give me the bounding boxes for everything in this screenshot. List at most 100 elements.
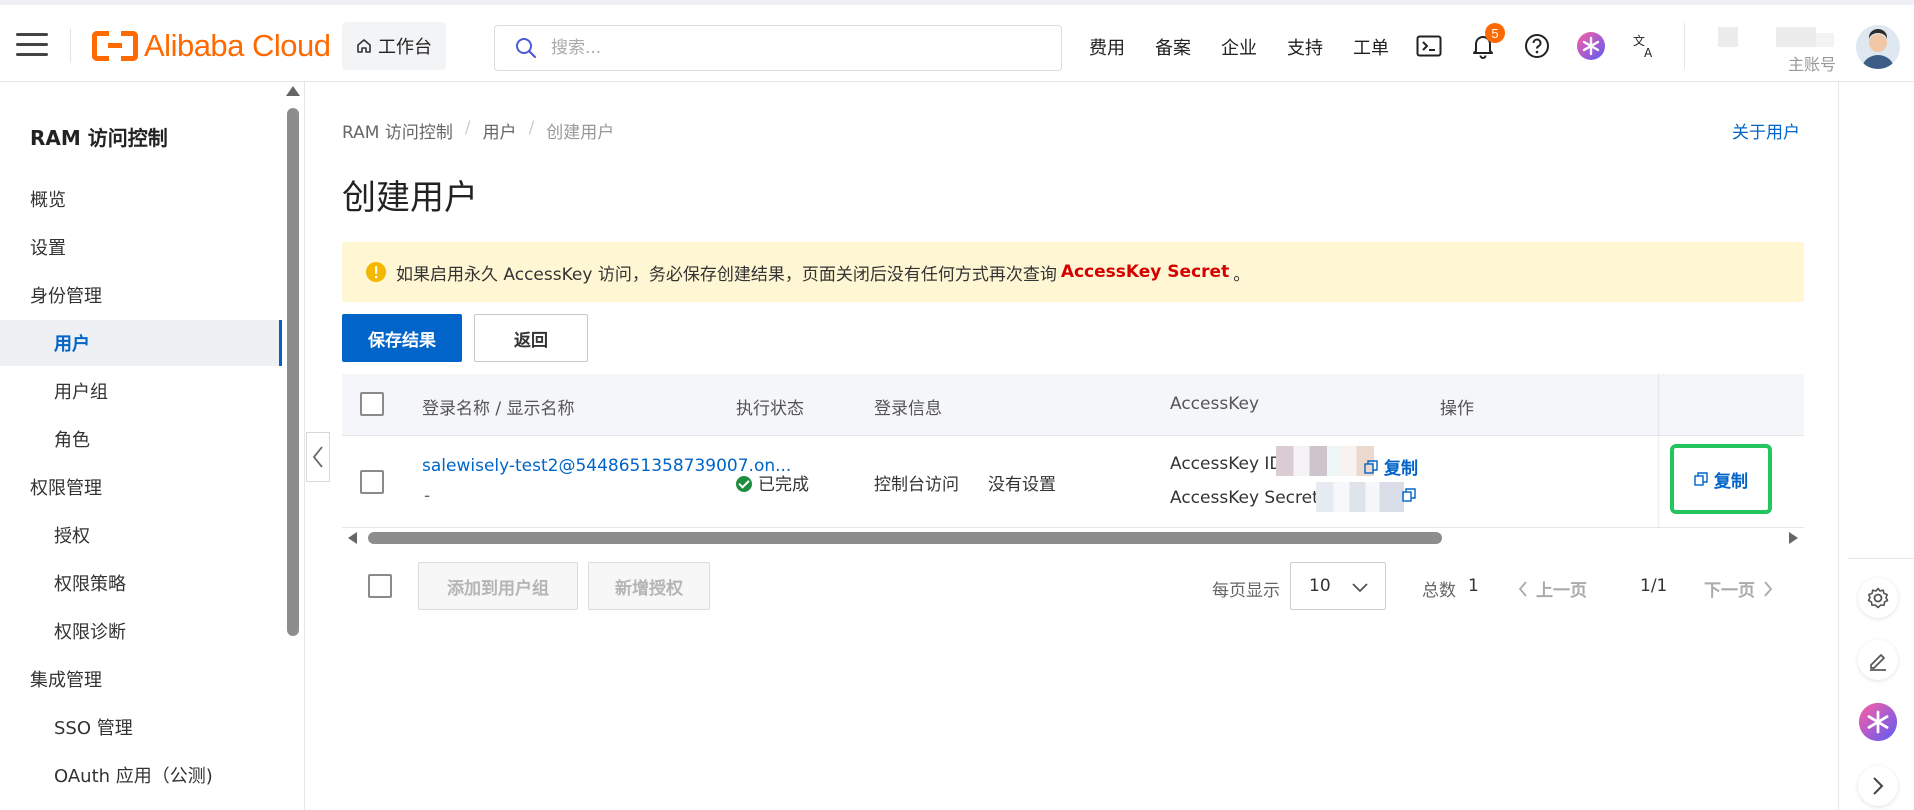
sidebar-scrollbar[interactable]: [287, 108, 299, 636]
warning-alert: 如果启用永久 AccessKey 访问，务必保存创建结果，页面关闭后没有任何方式…: [342, 242, 1804, 302]
page-size-select[interactable]: 10: [1290, 562, 1386, 610]
language-icon[interactable]: 文A: [1630, 31, 1660, 61]
copy-icon: [1402, 488, 1416, 502]
nav-support[interactable]: 支持: [1287, 34, 1323, 60]
chevron-left-icon: [312, 446, 323, 468]
sidebar-item-permission-diagnosis[interactable]: 权限诊断: [0, 608, 282, 654]
alert-accesskey-secret: AccessKey Secret: [1060, 262, 1230, 282]
sidebar-item-users[interactable]: 用户: [0, 320, 282, 366]
workbench-label: 工作台: [378, 37, 432, 58]
sidebar-item-settings[interactable]: 设置: [0, 224, 282, 270]
help-icon[interactable]: [1522, 31, 1552, 61]
nav-billing[interactable]: 费用: [1089, 34, 1125, 60]
menu-icon[interactable]: [16, 31, 48, 59]
edit-feedback-icon[interactable]: [1858, 640, 1898, 680]
copy-icon: [1364, 459, 1378, 474]
prev-page-button[interactable]: 上一页: [1518, 576, 1587, 601]
table-header: 登录名称 / 显示名称 执行状态 登录信息 AccessKey 操作: [342, 374, 1804, 436]
search-box[interactable]: [494, 25, 1062, 71]
sidebar-item-roles[interactable]: 角色: [0, 416, 282, 462]
per-page-label: 每页显示: [1212, 581, 1280, 601]
nav-enterprise[interactable]: 企业: [1221, 34, 1257, 60]
terminal-icon[interactable]: [1414, 31, 1444, 61]
search-input[interactable]: [551, 38, 1031, 58]
sidebar-item-integration-management[interactable]: 集成管理: [0, 656, 282, 702]
chevron-right-icon: [1764, 580, 1773, 597]
notification-bell-icon[interactable]: 5: [1468, 23, 1505, 61]
notification-badge: 5: [1485, 23, 1505, 43]
status-text: 已完成: [758, 475, 809, 495]
sidebar-scroll-up-arrow[interactable]: [286, 86, 300, 96]
copy-all-button[interactable]: 复制: [1670, 444, 1772, 514]
back-button[interactable]: 返回: [474, 314, 588, 362]
chevron-left-icon: [1518, 580, 1527, 597]
nav-tickets[interactable]: 工单: [1353, 34, 1389, 60]
copy-accesskey-id-link[interactable]: 复制: [1364, 454, 1418, 479]
alert-text-end: 。: [1233, 264, 1251, 285]
breadcrumb-users[interactable]: 用户: [483, 118, 517, 143]
sidebar-item-oauth-apps[interactable]: OAuth 应用（公测): [0, 752, 282, 798]
breadcrumb-ram[interactable]: RAM 访问控制: [342, 118, 453, 143]
accesskey-secret-label: AccessKey Secret: [1170, 488, 1319, 508]
select-all-checkbox[interactable]: [360, 392, 384, 416]
copy-icon: [1694, 472, 1708, 486]
sidebar-item-overview[interactable]: 概览: [0, 176, 282, 222]
header-login-info: 登录信息: [874, 399, 942, 419]
accesskey-id-label: AccessKey ID: [1170, 454, 1283, 474]
next-page-button[interactable]: 下一页: [1704, 576, 1773, 601]
header-status: 执行状态: [736, 399, 804, 419]
total-label: 总数: [1422, 581, 1456, 601]
total-count: 1: [1468, 576, 1479, 596]
ai-assistant-icon[interactable]: [1576, 31, 1606, 61]
header-actions: 操作: [1440, 399, 1474, 419]
footer-select-all-checkbox[interactable]: [368, 574, 392, 598]
account-type-label[interactable]: 主账号: [1788, 51, 1836, 75]
chevron-right-icon[interactable]: [1858, 766, 1898, 806]
ai-assistant-rail-icon[interactable]: [1858, 702, 1898, 742]
save-result-button[interactable]: 保存结果: [342, 314, 462, 362]
warning-icon: [366, 262, 386, 282]
page-size-value: 10: [1309, 576, 1331, 596]
accesskey-secret-redacted: [1316, 482, 1404, 512]
topbar-divider: [70, 29, 71, 63]
breadcrumb: RAM 访问控制 / 用户 / 创建用户: [342, 118, 615, 143]
svg-text:A: A: [1644, 46, 1653, 59]
account-name-redacted: [1718, 27, 1738, 47]
scroll-right-arrow[interactable]: [1789, 532, 1798, 544]
login-info-not-set: 没有设置: [988, 475, 1056, 495]
check-circle-icon: [736, 476, 752, 492]
horizontal-scrollbar-thumb[interactable]: [368, 532, 1442, 544]
top-bar: Alibaba Cloud 工作台 费用 备案 企业 支持 工单 5 文A 主账…: [0, 0, 1914, 82]
account-divider: [1684, 23, 1685, 69]
sidebar-item-user-groups[interactable]: 用户组: [0, 368, 282, 414]
row-checkbox[interactable]: [360, 470, 384, 494]
settings-gear-icon[interactable]: [1858, 578, 1898, 618]
logo-text: Alibaba Cloud: [144, 28, 331, 63]
account-id-redacted: [1776, 27, 1816, 47]
sidebar-item-sso[interactable]: SSO 管理: [0, 704, 282, 750]
sidebar: RAM 访问控制 概览 设置 身份管理 用户 用户组 角色 权限管理 授权 权限…: [0, 82, 305, 810]
chevron-down-icon: [1352, 583, 1368, 593]
scroll-left-arrow[interactable]: [348, 532, 357, 544]
home-icon: [357, 39, 371, 53]
sidebar-title: RAM 访问控制: [30, 126, 168, 150]
sidebar-item-permission-management[interactable]: 权限管理: [0, 464, 282, 510]
sidebar-item-grants[interactable]: 授权: [0, 512, 282, 558]
sidebar-item-policies[interactable]: 权限策略: [0, 560, 282, 606]
table-horizontal-scrollbar[interactable]: [342, 530, 1804, 546]
add-permission-button[interactable]: 新增授权: [588, 562, 710, 610]
status-cell: 已完成: [736, 470, 809, 495]
user-display-name: -: [424, 486, 431, 506]
alibaba-cloud-logo[interactable]: Alibaba Cloud: [92, 25, 331, 67]
add-to-group-button[interactable]: 添加到用户组: [418, 562, 578, 610]
nav-icp-filing[interactable]: 备案: [1155, 34, 1191, 60]
breadcrumb-current: 创建用户: [546, 123, 615, 143]
page-indicator: 1/1: [1640, 576, 1668, 596]
sidebar-item-identity-management[interactable]: 身份管理: [0, 272, 282, 318]
sidebar-collapse-button[interactable]: [306, 432, 330, 482]
about-users-link[interactable]: 关于用户: [1732, 118, 1800, 143]
workbench-button[interactable]: 工作台: [342, 22, 446, 70]
copy-accesskey-secret-link[interactable]: [1402, 488, 1430, 502]
avatar[interactable]: [1856, 25, 1900, 69]
alert-text: 如果启用永久 AccessKey 访问，务必保存创建结果，页面关闭后没有任何方式…: [396, 264, 1057, 285]
